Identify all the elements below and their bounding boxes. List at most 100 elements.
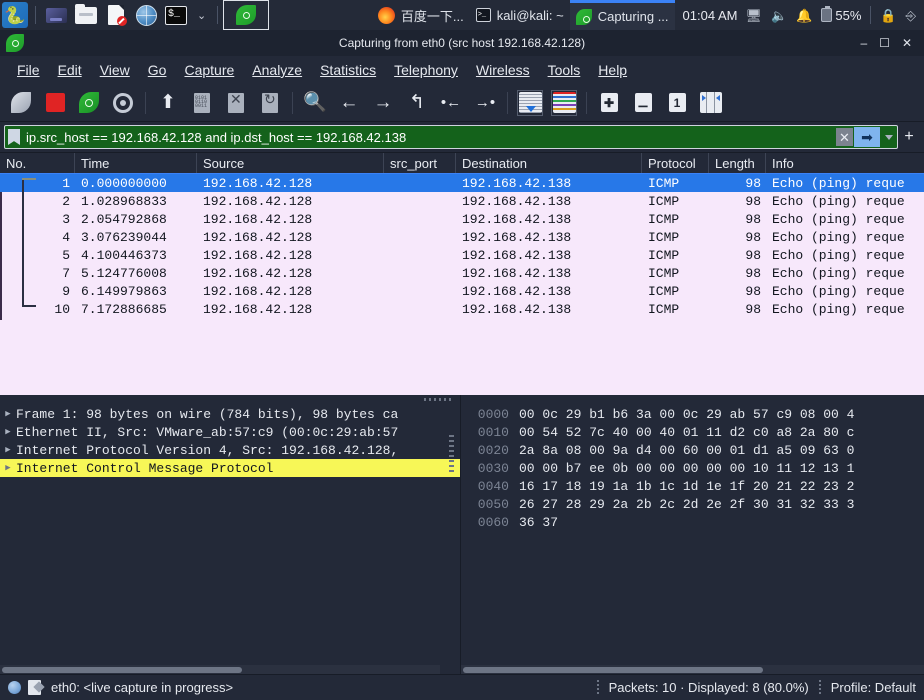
- column-header-src-port[interactable]: src_port: [384, 153, 456, 173]
- table-row[interactable]: 1 0.000000000 192.168.42.128 192.168.42.…: [0, 174, 924, 192]
- detail-horizontal-scrollbar[interactable]: [0, 665, 440, 674]
- menu-tools[interactable]: Tools: [539, 59, 590, 81]
- menu-analyze[interactable]: Analyze: [243, 59, 311, 81]
- triangle-right-icon[interactable]: ▶: [0, 427, 16, 437]
- lock-icon[interactable]: 🔒: [880, 9, 896, 22]
- chevron-down-icon[interactable]: ⌄: [191, 9, 212, 22]
- go-first-packet-button[interactable]: •←: [434, 86, 468, 120]
- menu-statistics[interactable]: Statistics: [311, 59, 385, 81]
- go-last-packet-button[interactable]: →•: [468, 86, 502, 120]
- display-filter-input-wrap[interactable]: ip.src_host == 192.168.42.128 and ip.dst…: [4, 125, 898, 149]
- menu-help[interactable]: Help: [589, 59, 636, 81]
- hex-row[interactable]: 0040 16 17 18 19 1a 1b 1c 1d 1e 1f 20 21…: [461, 477, 924, 495]
- triangle-right-icon[interactable]: ▶: [0, 463, 16, 473]
- table-row[interactable]: 5 4.100446373 192.168.42.128 192.168.42.…: [0, 246, 924, 264]
- autoscroll-button[interactable]: [513, 86, 547, 120]
- table-row[interactable]: 9 6.149979863 192.168.42.128 192.168.42.…: [0, 282, 924, 300]
- menu-file[interactable]: File: [8, 59, 49, 81]
- expert-info-bubble-icon[interactable]: [8, 681, 21, 694]
- table-row[interactable]: 2 1.028968833 192.168.42.128 192.168.42.…: [0, 192, 924, 210]
- add-filter-button[interactable]: +: [898, 128, 920, 146]
- taskbar-window-wireshark[interactable]: Capturing ...: [569, 0, 675, 30]
- display-icon[interactable]: 🖥: [745, 9, 762, 22]
- triangle-right-icon[interactable]: ▶: [0, 445, 16, 455]
- capture-comment-icon[interactable]: [28, 680, 41, 695]
- go-forward-button[interactable]: →: [366, 86, 400, 120]
- taskbar-window-terminal[interactable]: >_ kali@kali: ~: [470, 0, 570, 30]
- stop-capture-button[interactable]: [38, 86, 72, 120]
- taskbar-active-app-wireshark[interactable]: [223, 0, 270, 30]
- menu-go[interactable]: Go: [139, 59, 176, 81]
- zoom-out-button[interactable]: ⚊: [626, 86, 660, 120]
- detail-row-frame[interactable]: ▶ Frame 1: 98 bytes on wire (784 bits), …: [0, 405, 460, 423]
- column-header-protocol[interactable]: Protocol: [642, 153, 709, 173]
- zoom-reset-button[interactable]: 1: [660, 86, 694, 120]
- pane-splitter-horizontal[interactable]: [0, 395, 460, 404]
- capture-options-button[interactable]: [106, 86, 140, 120]
- zoom-in-button[interactable]: ✚: [592, 86, 626, 120]
- document-blocked-icon[interactable]: [101, 0, 131, 30]
- column-header-source[interactable]: Source: [197, 153, 384, 173]
- column-header-time[interactable]: Time: [75, 153, 197, 173]
- battery-status[interactable]: 55%: [821, 6, 861, 23]
- pane-splitter-vertical[interactable]: [449, 435, 454, 475]
- taskbar-window-firefox[interactable]: 百度一下...: [372, 0, 470, 30]
- open-file-button[interactable]: ⬆: [151, 86, 185, 120]
- hex-row[interactable]: 0050 26 27 28 29 2a 2b 2c 2d 2e 2f 30 31…: [461, 495, 924, 513]
- filter-history-dropdown-icon[interactable]: [881, 127, 897, 147]
- column-header-info[interactable]: Info: [766, 153, 924, 173]
- hex-row[interactable]: 0060 36 37: [461, 513, 924, 531]
- hex-row[interactable]: 0030 00 00 b7 ee 0b 00 00 00 00 00 10 11…: [461, 459, 924, 477]
- resize-columns-button[interactable]: [694, 86, 728, 120]
- power-icon[interactable]: ⎆: [906, 9, 916, 22]
- maximize-button[interactable]: ☐: [879, 37, 890, 49]
- detail-row-icmp[interactable]: ▶ Internet Control Message Protocol: [0, 459, 460, 477]
- column-header-destination[interactable]: Destination: [456, 153, 642, 173]
- triangle-right-icon[interactable]: ▶: [0, 409, 16, 419]
- find-packet-button[interactable]: 🔍: [298, 86, 332, 120]
- menu-edit[interactable]: Edit: [49, 59, 91, 81]
- go-back-button[interactable]: ←: [332, 86, 366, 120]
- speaker-icon[interactable]: 🔈: [771, 9, 787, 22]
- display-filter-input[interactable]: ip.src_host == 192.168.42.128 and ip.dst…: [20, 130, 836, 145]
- detail-row-ipv4[interactable]: ▶ Internet Protocol Version 4, Src: 192.…: [0, 441, 460, 459]
- hex-row[interactable]: 0020 2a 8a 08 00 9a d4 00 60 00 01 d1 a5…: [461, 441, 924, 459]
- folder-icon[interactable]: [71, 0, 101, 30]
- menu-view[interactable]: View: [91, 59, 139, 81]
- bookmark-icon[interactable]: [8, 129, 20, 145]
- files-manager-icon[interactable]: [41, 0, 71, 30]
- save-file-button[interactable]: 0101 0110 0011: [185, 86, 219, 120]
- status-profile[interactable]: Profile: Default: [831, 680, 924, 695]
- close-file-button[interactable]: ✕: [219, 86, 253, 120]
- window-titlebar[interactable]: Capturing from eth0 (src host 192.168.42…: [0, 30, 924, 56]
- column-header-no[interactable]: No.: [0, 153, 75, 173]
- reload-file-button[interactable]: ↻: [253, 86, 287, 120]
- go-to-packet-button[interactable]: ↰: [400, 86, 434, 120]
- close-button[interactable]: ✕: [902, 37, 912, 49]
- detail-row-ethernet[interactable]: ▶ Ethernet II, Src: VMware_ab:57:c9 (00:…: [0, 423, 460, 441]
- kali-launcher-button[interactable]: 🐍: [0, 0, 30, 30]
- table-row[interactable]: 7 5.124776008 192.168.42.128 192.168.42.…: [0, 264, 924, 282]
- restart-capture-button[interactable]: [72, 86, 106, 120]
- web-browser-icon[interactable]: [131, 0, 161, 30]
- bell-icon[interactable]: 🔔: [796, 9, 812, 22]
- hex-row[interactable]: 0000 00 0c 29 b1 b6 3a 00 0c 29 ab 57 c9…: [461, 405, 924, 423]
- terminal-icon[interactable]: $_: [161, 0, 191, 30]
- column-header-length[interactable]: Length: [709, 153, 766, 173]
- taskbar-clock[interactable]: 01:04 AM: [675, 8, 746, 23]
- start-capture-button[interactable]: [4, 86, 38, 120]
- hex-row[interactable]: 0010 00 54 52 7c 40 00 40 01 11 d2 c0 a8…: [461, 423, 924, 441]
- clear-filter-button[interactable]: ✕: [836, 128, 853, 146]
- minimize-button[interactable]: –: [860, 37, 867, 49]
- table-row[interactable]: 10 7.172886685 192.168.42.128 192.168.42…: [0, 300, 924, 318]
- scrollbar-thumb[interactable]: [2, 667, 242, 673]
- colorize-button[interactable]: [547, 86, 581, 120]
- scrollbar-thumb[interactable]: [463, 667, 763, 673]
- menu-telephony[interactable]: Telephony: [385, 59, 467, 81]
- apply-filter-button[interactable]: ➡: [854, 127, 880, 147]
- menu-wireless[interactable]: Wireless: [467, 59, 539, 81]
- bytes-horizontal-scrollbar[interactable]: [461, 665, 924, 674]
- table-row[interactable]: 3 2.054792868 192.168.42.128 192.168.42.…: [0, 210, 924, 228]
- table-row[interactable]: 4 3.076239044 192.168.42.128 192.168.42.…: [0, 228, 924, 246]
- menu-capture[interactable]: Capture: [175, 59, 243, 81]
